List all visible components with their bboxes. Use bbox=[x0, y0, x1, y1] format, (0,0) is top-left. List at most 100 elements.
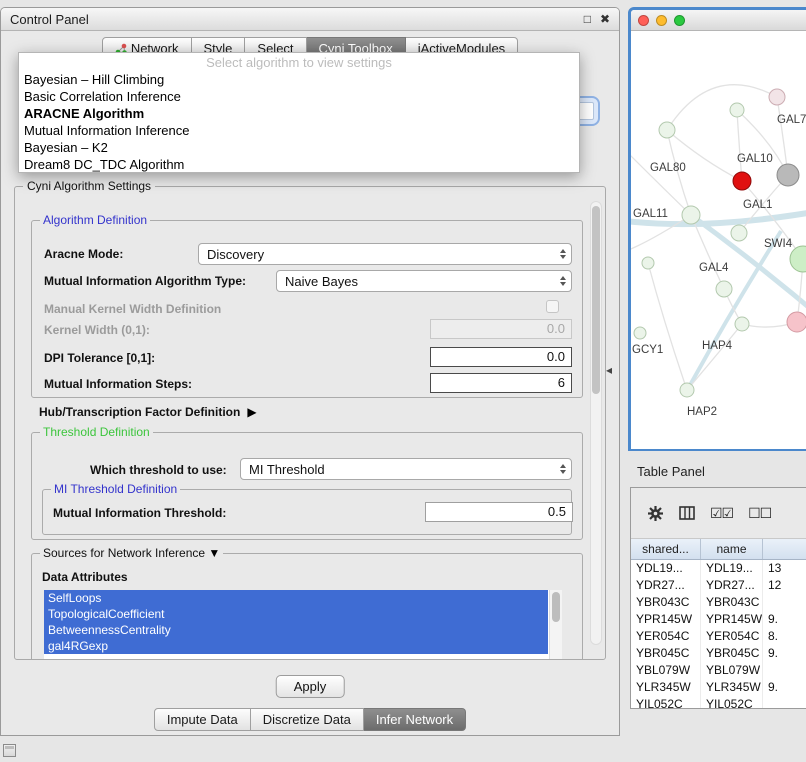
network-node[interactable] bbox=[634, 327, 646, 339]
algorithm-definition-group: Algorithm Definition Aracne Mode: Discov… bbox=[31, 220, 583, 398]
group-title: Algorithm Definition bbox=[40, 213, 150, 227]
table-row[interactable]: YBL079WYBL079W bbox=[631, 662, 806, 679]
threshold-select[interactable]: MI Threshold bbox=[240, 458, 572, 480]
mi-algorithm-type-select[interactable]: Naive Bayes bbox=[276, 270, 572, 292]
algorithm-option[interactable]: Mutual Information Inference bbox=[19, 122, 579, 139]
network-node[interactable] bbox=[733, 172, 751, 190]
network-node[interactable] bbox=[777, 164, 799, 186]
manual-kernel-label: Manual Kernel Width Definition bbox=[44, 302, 221, 316]
node-label: GAL11 bbox=[633, 208, 668, 220]
aracne-mode-select[interactable]: Discovery bbox=[198, 243, 572, 265]
hub-definition-expander[interactable]: Hub/Transcription Factor Definition ▶ bbox=[39, 405, 257, 419]
attribute-list-item[interactable]: SelfLoops bbox=[44, 590, 548, 606]
node-label: GAL80 bbox=[650, 162, 686, 174]
panel-collapse-arrow-icon[interactable]: ◂ bbox=[606, 363, 612, 377]
tab-impute-data[interactable]: Impute Data bbox=[154, 708, 251, 731]
zoom-light-icon[interactable] bbox=[674, 15, 685, 26]
attribute-list-item[interactable]: TopologicalCoefficient bbox=[44, 606, 548, 622]
mi-steps-field[interactable]: 6 bbox=[430, 373, 572, 393]
table-row[interactable]: YDL19...YDL19...13 bbox=[631, 560, 806, 577]
cyni-algorithm-settings-group: Algorithm Definition Aracne Mode: Discov… bbox=[14, 186, 606, 660]
network-node[interactable] bbox=[730, 103, 744, 117]
node-label: GAL1 bbox=[743, 199, 772, 211]
close-window-icon[interactable]: ✖ bbox=[600, 13, 610, 25]
network-edge[interactable] bbox=[689, 231, 781, 387]
close-light-icon[interactable] bbox=[638, 15, 649, 26]
table-body: YDL19...YDL19...13YDR27...YDR27...12YBR0… bbox=[631, 560, 806, 709]
table-row[interactable]: YBR043CYBR043C bbox=[631, 594, 806, 611]
network-node[interactable] bbox=[682, 206, 700, 224]
network-edge[interactable] bbox=[631, 151, 691, 215]
node-label: HAP4 bbox=[702, 340, 733, 352]
network-edge[interactable] bbox=[667, 85, 777, 130]
collapse-arrow-icon[interactable]: ▼ bbox=[208, 546, 220, 560]
network-canvas[interactable]: GAL7GAL80GAL10GAL11GAL1SWI4GAL4GCY1HAP4H… bbox=[631, 31, 806, 449]
table-row[interactable]: YPR145WYPR145W9. bbox=[631, 611, 806, 628]
algorithm-option[interactable]: Bayesian – K2 bbox=[19, 139, 579, 156]
network-edge[interactable] bbox=[737, 110, 742, 181]
float-window-icon[interactable]: □ bbox=[584, 13, 591, 25]
network-node[interactable] bbox=[769, 89, 785, 105]
scrollbar-thumb[interactable] bbox=[592, 206, 600, 394]
network-edge[interactable] bbox=[777, 97, 788, 175]
settings-legend: Cyni Algorithm Settings bbox=[23, 179, 155, 193]
expand-arrow-icon[interactable]: ▶ bbox=[247, 406, 256, 418]
algorithm-dropdown-popup: Select algorithm to view settings Bayesi… bbox=[18, 52, 580, 173]
table-header: shared...name bbox=[631, 539, 806, 560]
network-node[interactable] bbox=[731, 225, 747, 241]
network-window-titlebar[interactable] bbox=[631, 10, 806, 31]
table-row[interactable]: YDR27...YDR27...12 bbox=[631, 577, 806, 594]
attribute-list-item[interactable]: gal4RGexp bbox=[44, 638, 548, 654]
network-view-window: GAL7GAL80GAL10GAL11GAL1SWI4GAL4GCY1HAP4H… bbox=[628, 7, 806, 451]
attributes-scrollbar[interactable] bbox=[549, 590, 562, 659]
algorithm-option[interactable]: Basic Correlation Inference bbox=[19, 88, 579, 105]
data-attributes-label: Data Attributes bbox=[42, 570, 128, 584]
network-edge[interactable] bbox=[648, 263, 687, 390]
dpi-tolerance-field[interactable]: 0.0 bbox=[430, 347, 572, 367]
network-node[interactable] bbox=[659, 122, 675, 138]
control-panel-titlebar[interactable]: Control Panel □ ✖ bbox=[1, 8, 619, 31]
gear-icon[interactable] bbox=[647, 505, 664, 522]
mi-threshold-group: MI Threshold Definition Mutual Informati… bbox=[42, 489, 572, 535]
manual-kernel-checkbox[interactable] bbox=[546, 300, 559, 313]
node-label: GAL10 bbox=[737, 153, 773, 165]
column-header[interactable]: name bbox=[701, 539, 763, 559]
table-row[interactable]: YIL052CYIL052C bbox=[631, 696, 806, 709]
network-node[interactable] bbox=[735, 317, 749, 331]
table-row[interactable]: YER054CYER054C8. bbox=[631, 628, 806, 645]
taskbar-window-icon[interactable] bbox=[3, 744, 16, 757]
threshold-definition-group: Threshold Definition Which threshold to … bbox=[31, 432, 583, 540]
kernel-width-field[interactable]: 0.0 bbox=[430, 319, 572, 339]
unchecked-pair-icon[interactable]: ☐☐ bbox=[748, 505, 771, 522]
tab-discretize-data[interactable]: Discretize Data bbox=[251, 708, 364, 731]
network-node[interactable] bbox=[680, 383, 694, 397]
network-node[interactable] bbox=[716, 281, 732, 297]
combo-arrows-icon bbox=[560, 459, 566, 479]
sources-title[interactable]: Sources for Network Inference ▼ bbox=[40, 546, 223, 560]
algorithm-option[interactable]: Dream8 DC_TDC Algorithm bbox=[19, 156, 579, 173]
checked-pair-icon[interactable]: ☑☑ bbox=[710, 505, 733, 522]
network-edge[interactable] bbox=[687, 324, 742, 390]
minimize-light-icon[interactable] bbox=[656, 15, 667, 26]
network-node[interactable] bbox=[642, 257, 654, 269]
node-label: GCY1 bbox=[632, 344, 663, 356]
node-label: HAP2 bbox=[687, 406, 717, 418]
column-header[interactable]: shared... bbox=[631, 539, 701, 559]
apply-button[interactable]: Apply bbox=[276, 675, 345, 698]
network-node[interactable] bbox=[787, 312, 806, 332]
table-row[interactable]: YLR345WYLR345W9. bbox=[631, 679, 806, 696]
kernel-width-label: Kernel Width (0,1): bbox=[44, 323, 150, 337]
tab-infer-network[interactable]: Infer Network bbox=[364, 708, 466, 731]
mi-threshold-field[interactable]: 0.5 bbox=[425, 502, 573, 522]
network-node[interactable] bbox=[790, 246, 806, 272]
attribute-list-item[interactable]: BetweennessCentrality bbox=[44, 622, 548, 638]
data-attributes-list[interactable]: SelfLoopsTopologicalCoefficientBetweenne… bbox=[44, 590, 562, 659]
algorithm-option[interactable]: ARACNE Algorithm bbox=[19, 105, 579, 122]
columns-icon[interactable] bbox=[679, 506, 695, 520]
table-row[interactable]: YBR045CYBR045C9. bbox=[631, 645, 806, 662]
window-title: Control Panel bbox=[10, 12, 584, 27]
algorithm-option[interactable]: Bayesian – Hill Climbing bbox=[19, 71, 579, 88]
settings-scrollbar[interactable] bbox=[590, 201, 602, 645]
combo-arrows-icon bbox=[560, 271, 566, 291]
column-header[interactable] bbox=[763, 539, 806, 559]
